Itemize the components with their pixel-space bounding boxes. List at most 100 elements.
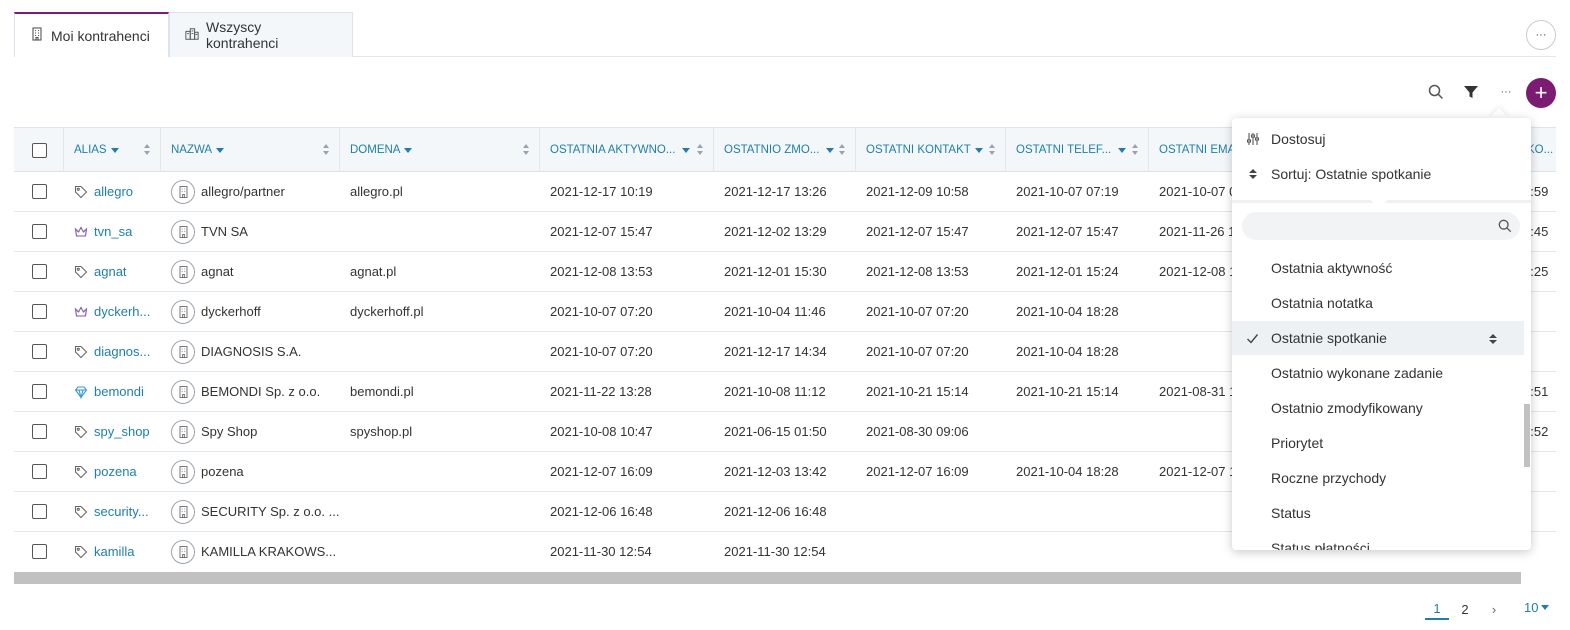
row-checkbox[interactable] [32,184,47,199]
sort-option[interactable]: Ostatnio zmodyfikowany [1232,391,1524,425]
column-header-domena[interactable]: DOMENA [340,128,540,172]
alias-link[interactable]: tvn_sa [74,224,132,239]
cell-nazwa: TVN SA [161,212,340,251]
cell-domena [340,532,540,571]
alias-link[interactable]: allegro [74,184,133,199]
column-header-nazwa[interactable]: NAZWA [161,128,340,172]
cell-kontakt [856,532,1006,571]
alias-link[interactable]: diagnos... [74,344,150,359]
row-checkbox[interactable] [32,544,47,559]
cell-alias[interactable]: agnat [64,252,161,291]
cell-aktywnosc: 2021-12-06 16:48 [550,504,653,519]
select-all-checkbox[interactable] [32,142,47,158]
sort-icon[interactable] [144,144,152,156]
sort-search-box[interactable] [1242,212,1520,240]
cell-zmod: 2021-12-17 14:34 [724,344,827,359]
row-checkbox[interactable] [32,344,47,359]
cell-alias[interactable]: allegro [64,172,161,211]
cell-alias[interactable]: bemondi [64,372,161,411]
alias-link[interactable]: agnat [74,264,127,279]
cell-alias[interactable]: diagnos... [64,332,161,371]
sort-option[interactable]: Roczne przychody [1232,461,1524,495]
toolbar-more-button[interactable]: ··· [1494,80,1518,104]
cell-alias[interactable]: pozena [64,452,161,491]
cell-alias[interactable]: tvn_sa [64,212,161,251]
column-header-alias[interactable]: ALIAS [64,128,161,172]
cell-alias[interactable]: spy_shop [64,412,161,451]
sort-icon[interactable] [989,144,997,156]
alias-link[interactable]: bemondi [74,384,144,399]
cell-zmod: 2021-12-02 13:29 [724,224,827,239]
page-size-select[interactable]: 10 [1524,600,1550,615]
tab-wszyscy-kontrahenci[interactable]: Wszyscy kontrahenci [169,12,353,57]
cell-telefon: 2021-12-01 15:24 [1016,264,1119,279]
next-page-button[interactable]: › [1482,598,1506,620]
tag-icon [74,505,88,519]
sort-icon[interactable] [323,144,331,156]
alias-link[interactable]: spy_shop [74,424,150,439]
horizontal-scrollbar[interactable] [14,572,1521,584]
cell-nazwa: KAMILLA KRAKOWS... [161,532,340,571]
add-contractor-button[interactable]: + [1526,78,1556,108]
alias-text: tvn_sa [94,224,133,239]
company-avatar-icon [171,459,195,484]
page-1-button[interactable]: 1 [1425,598,1449,620]
row-select-cell [14,292,64,331]
filter-button[interactable] [1459,80,1483,104]
cell-alias[interactable]: kamilla [64,532,161,571]
alias-link[interactable]: security... [74,504,149,519]
cell-alias[interactable]: dyckerh... [64,292,161,331]
page-more-button[interactable]: ··· [1526,20,1556,50]
row-checkbox[interactable] [32,264,47,279]
crown-icon [74,225,88,239]
sort-direction-icon[interactable] [1488,332,1498,344]
tag-icon [74,545,88,559]
company-avatar-icon [171,419,195,444]
sort-option[interactable]: Ostatnia notatka [1232,286,1524,320]
page-2-button[interactable]: 2 [1453,598,1477,620]
row-checkbox[interactable] [32,384,47,399]
row-checkbox[interactable] [32,424,47,439]
sort-option[interactable]: Status płatności [1232,531,1524,550]
sort-option[interactable]: Status [1232,496,1524,530]
cell-domena [340,212,540,251]
options-scrollbar[interactable] [1524,404,1530,467]
cell-nazwa: SECURITY Sp. z o.o. ... [161,492,340,531]
sort-icon[interactable] [1132,144,1140,156]
sort-option[interactable]: Ostatnie spotkanie [1232,321,1524,355]
row-checkbox[interactable] [32,224,47,239]
check-icon [1246,332,1259,345]
sort-option[interactable]: Priorytet [1232,426,1524,460]
customize-menu-item[interactable]: Dostosuj [1232,122,1531,156]
row-checkbox[interactable] [32,304,47,319]
sort-option[interactable]: Ostatnio wykonane zadanie [1232,356,1524,390]
alias-text: allegro [94,184,134,199]
alias-link[interactable]: dyckerh... [74,304,150,319]
sort-menu-item[interactable]: Sortuj: Ostatnie spotkanie [1232,157,1531,191]
sort-icon[interactable] [697,144,705,156]
sort-option-label: Status [1271,505,1311,521]
sort-option[interactable]: Ostatnia aktywność [1232,251,1524,285]
column-header-zmodyfikowany[interactable]: OSTATNIO ZMO... [714,128,856,172]
sort-icon[interactable] [523,144,531,156]
company-avatar-icon [171,219,195,244]
sort-icon[interactable] [839,144,847,156]
column-header-aktywnosc[interactable]: OSTATNIA AKTYWNO... [540,128,714,172]
sort-search-input[interactable] [1242,212,1482,240]
row-select-cell [14,532,64,571]
cell-kontakt: 2021-08-30 09:06 [866,424,969,439]
alias-text: agnat [94,264,127,279]
row-checkbox[interactable] [32,504,47,519]
cell-alias[interactable]: security... [64,492,161,531]
company-name: BEMONDI Sp. z o.o. [201,384,321,399]
alias-text: security... [94,504,149,519]
column-header-kontakt[interactable]: OSTATNI KONTAKT [856,128,1006,172]
row-checkbox[interactable] [32,464,47,479]
alias-link[interactable]: pozena [74,464,137,479]
column-header-telefon[interactable]: OSTATNI TELEF... [1006,128,1149,172]
tag-icon [74,465,88,479]
search-button[interactable] [1424,80,1448,104]
tab-moi-kontrahenci[interactable]: Moi kontrahenci [14,12,169,57]
cell-telefon: 2021-10-04 18:28 [1016,344,1119,359]
alias-link[interactable]: kamilla [74,544,134,559]
